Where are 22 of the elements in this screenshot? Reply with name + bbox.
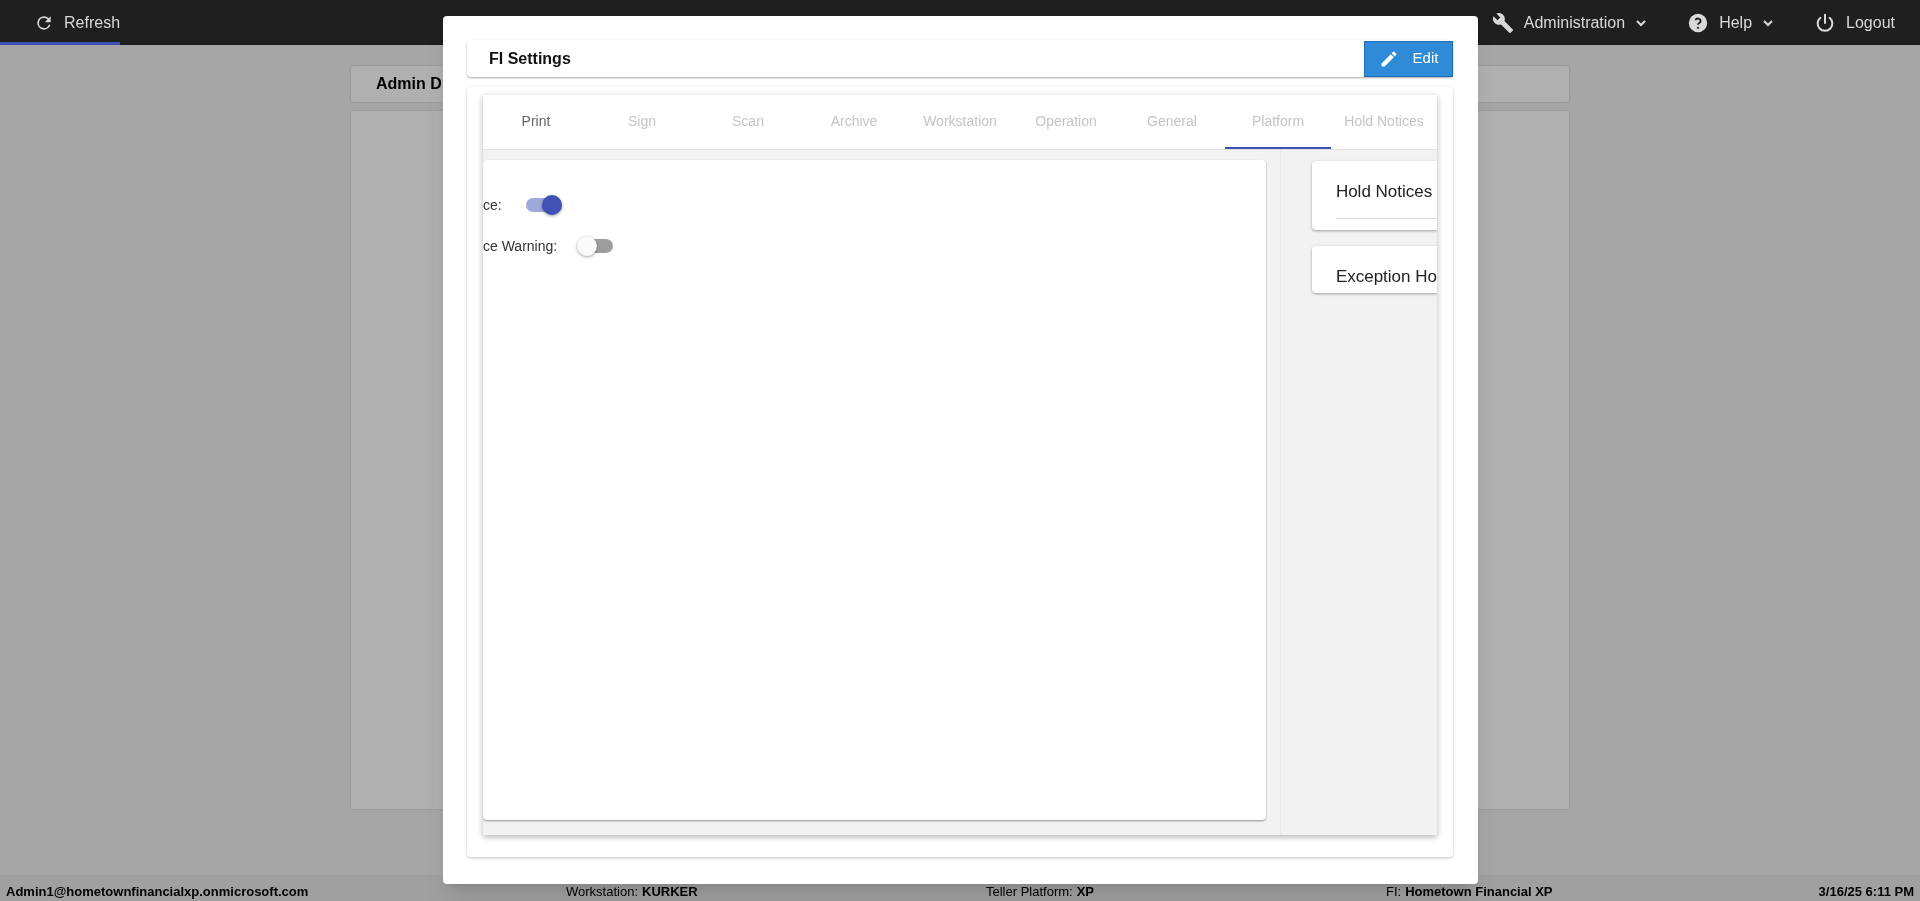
panel-title: Admin D xyxy=(376,74,442,94)
platform-value: XP xyxy=(1076,885,1095,898)
help-icon xyxy=(1687,11,1710,34)
wrench-icon xyxy=(1491,11,1514,34)
fi-label: FI: xyxy=(1386,885,1402,898)
user-email: Admin1@hometownfinancialxp.onmicrosoft.com xyxy=(6,885,310,898)
workstation-value: KURKER xyxy=(642,885,698,898)
setting-label: ce Warning: xyxy=(483,236,558,256)
menu-button[interactable]: Help xyxy=(1687,0,1775,45)
card-title: Hold Notices xyxy=(1335,181,1434,203)
fi-value: Hometown Financial XP xyxy=(1405,885,1553,898)
tab[interactable]: Print xyxy=(483,95,589,149)
date-time: 3/16/25 6:11 PM xyxy=(1818,885,1914,898)
card-title: Exception Ho xyxy=(1335,266,1437,288)
dialog-title: FI Settings xyxy=(489,48,571,69)
logout-button[interactable]: Logout xyxy=(1814,0,1895,45)
workstation-label: Workstation: xyxy=(566,885,638,898)
edit-button[interactable]: Edit xyxy=(1364,40,1453,77)
platform-label: Teller Platform: xyxy=(986,885,1073,898)
refresh-button[interactable]: Refresh xyxy=(0,0,121,45)
menu-button[interactable]: Administration xyxy=(1491,0,1648,45)
setting-label: ce: xyxy=(483,195,502,215)
